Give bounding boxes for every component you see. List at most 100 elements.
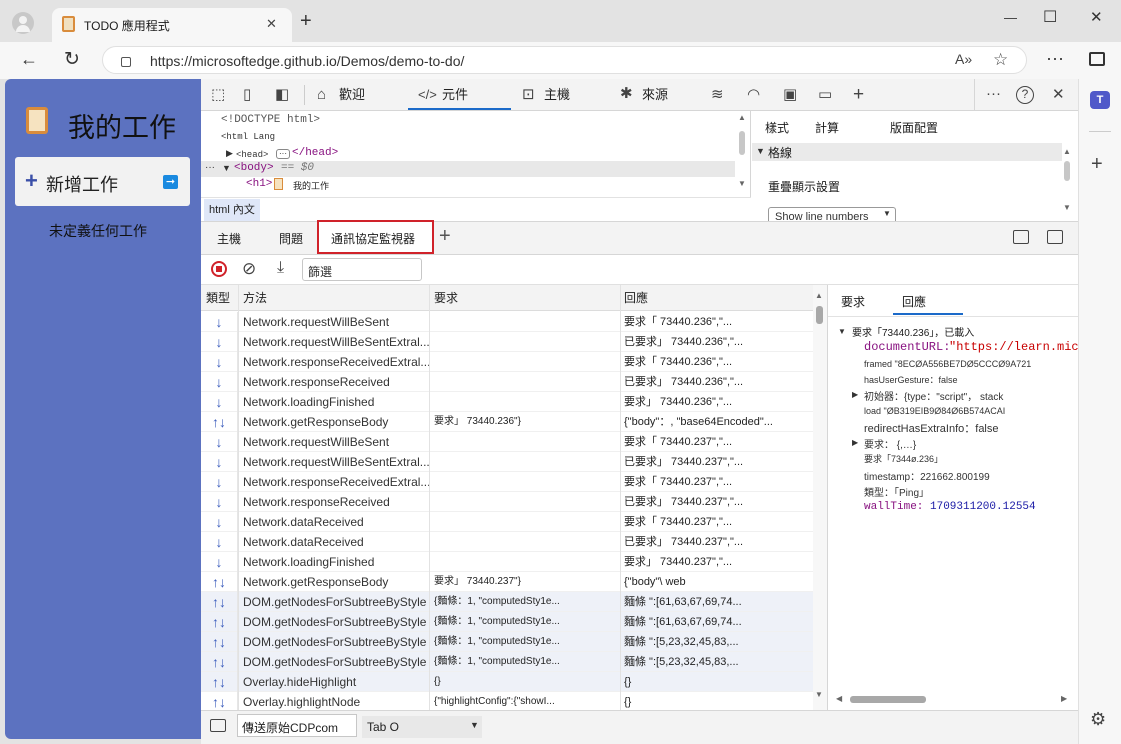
grid-scroll-down-icon[interactable]: ▼ [815, 690, 823, 699]
refresh-icon[interactable]: ↻ [64, 48, 80, 71]
styles-scroll-down-icon[interactable]: ▼ [1063, 203, 1071, 212]
h1-line[interactable]: <h1> [246, 178, 272, 190]
help-icon[interactable]: ? [1016, 86, 1034, 104]
back-arrow-icon[interactable]: ← [20, 49, 38, 70]
favorite-star-icon[interactable]: ☆ [993, 50, 1008, 70]
drawer-tab-console[interactable]: 主機 [217, 230, 241, 247]
more-tools-plus-icon[interactable]: + [853, 85, 864, 104]
elements-scrollbar[interactable] [739, 131, 745, 155]
detail-tab-response[interactable]: 回應 [893, 287, 963, 315]
computed-tab[interactable]: 計算 [815, 119, 839, 136]
submit-arrow-icon[interactable]: ➞ [163, 175, 178, 189]
table-row[interactable]: ↓ Network.responseReceivedExtral... 要求「 73… [201, 472, 813, 492]
more-options-icon[interactable]: ··· [1046, 48, 1064, 69]
close-devtools-icon[interactable]: ✕ [1052, 87, 1065, 102]
table-row[interactable]: ↑↓ DOM.getNodesForSubtreeByStyle {麵條：1, "c… [201, 632, 813, 652]
read-aloud-icon[interactable]: A» [955, 51, 972, 67]
table-row[interactable]: ↑↓ Overlay.hideHighlight {} {} [201, 672, 813, 692]
browser-tab[interactable]: TODO 應用程式 ✕ [52, 8, 292, 42]
maximize-button[interactable]: ☐ [1043, 7, 1057, 27]
close-window-button[interactable]: ✕ [1090, 8, 1103, 26]
detail-tab-request[interactable]: 要求 [841, 293, 865, 310]
row-more-icon[interactable]: ··· [205, 162, 215, 173]
table-row[interactable]: ↑↓ DOM.getNodesForSubtreeByStyle {麵條：1, "c… [201, 612, 813, 632]
filter-input[interactable]: 篩選 [302, 258, 422, 281]
detail-expand-initiator-icon[interactable]: ▶ [852, 390, 858, 399]
new-tab-button[interactable]: + [300, 10, 312, 33]
tab-close-icon[interactable]: ✕ [266, 16, 277, 32]
table-row[interactable]: ↓ Network.dataReceived 要求「 73440.237","... [201, 512, 813, 532]
sidebar-toggle-icon[interactable] [1089, 52, 1105, 66]
expand-head-icon[interactable]: ▶ [226, 148, 233, 159]
settings-gear-icon[interactable]: ⚙ [1090, 709, 1106, 730]
target-select[interactable]: Tab O ▼ [362, 716, 482, 738]
clear-icon[interactable]: ⊘ [242, 259, 256, 279]
breadcrumb[interactable]: html 內文 [204, 199, 260, 221]
table-row[interactable]: ↓ Network.loadingFinished 要求」 73440.237","… [201, 552, 813, 572]
detail-expand-request-icon[interactable]: ▶ [852, 438, 858, 447]
dock-drawer-icon[interactable] [1013, 230, 1029, 244]
table-row[interactable]: ↓ Network.responseReceived 已要求」 73440.237"… [201, 492, 813, 512]
detail-hscroll-thumb[interactable] [850, 696, 926, 703]
teams-icon[interactable]: T [1090, 91, 1110, 109]
inspect-icon[interactable]: ⬚ [211, 87, 225, 102]
table-row[interactable]: ↑↓ DOM.getNodesForSubtreeByStyle {麵條：1, "c… [201, 652, 813, 672]
scroll-up-icon[interactable]: ▲ [738, 113, 746, 122]
scroll-down-icon[interactable]: ▼ [738, 179, 746, 188]
col-response[interactable]: 回應 [624, 285, 648, 311]
collapse-body-icon[interactable]: ▼ [222, 163, 231, 173]
table-row[interactable]: ↓ Network.requestWillBeSent 要求「 73440.236"… [201, 312, 813, 332]
doctype-line[interactable]: <!DOCTYPE html> [221, 114, 320, 126]
html-line[interactable]: <html Lang [221, 132, 275, 142]
address-bar[interactable]: https://microsoftedge.github.io/Demos/de… [102, 46, 1027, 74]
drawer-tab-issues[interactable]: 問題 [279, 230, 303, 247]
memory-chip-icon[interactable]: ▣ [783, 87, 797, 102]
table-row[interactable]: ↓ Network.requestWillBeSentExtral... 已要求」 … [201, 452, 813, 472]
cdp-command-input[interactable]: 傳送原始CDPcom [237, 714, 357, 737]
layout-tab[interactable]: 版面配置 [890, 119, 938, 136]
overlay-select[interactable]: Show line numbers ▼ [768, 207, 896, 221]
detail-scroll-left-icon[interactable]: ◀ [836, 694, 842, 703]
add-task-button[interactable]: + 新增工作 ➞ [15, 157, 190, 206]
detail-collapse-icon[interactable]: ▼ [838, 327, 846, 336]
performance-icon[interactable]: ◠ [747, 87, 760, 102]
add-sidebar-icon[interactable]: + [1091, 153, 1103, 176]
styles-scrollbar[interactable] [1064, 161, 1070, 181]
device-emulation-icon[interactable]: ▯ [243, 87, 251, 102]
col-method[interactable]: 方法 [243, 285, 267, 311]
table-row[interactable]: ↓ Network.loadingFinished 要求」 73440.236","… [201, 392, 813, 412]
styles-tab[interactable]: 樣式 [765, 119, 789, 136]
table-row[interactable]: ↑↓ Network.getResponseBody 要求」 73440.236"}… [201, 412, 813, 432]
table-row[interactable]: ↑↓ DOM.getNodesForSubtreeByStyle {麵條：1, "c… [201, 592, 813, 612]
tab-console[interactable]: 主機 [544, 79, 570, 111]
drawer-tab-protocol-monitor[interactable]: 通訊協定監視器 [317, 220, 434, 254]
grid-section-header[interactable] [752, 143, 1062, 161]
profile-avatar[interactable] [12, 12, 34, 34]
download-icon[interactable]: ⤓ [277, 259, 284, 277]
head-line[interactable]: <head> [236, 150, 268, 160]
minimize-button[interactable]: — [1004, 10, 1017, 25]
body-line[interactable]: <body> [234, 162, 274, 174]
detail-scroll-right-icon[interactable]: ▶ [1061, 694, 1067, 703]
tab-welcome[interactable]: 歡迎 [339, 79, 365, 111]
wifi-icon[interactable]: ≋ [711, 87, 724, 102]
record-stop-icon[interactable] [211, 261, 227, 277]
table-row[interactable]: ↑↓ Network.getResponseBody 要求」 73440.237"}… [201, 572, 813, 592]
drawer-add-tab-icon[interactable]: + [439, 225, 451, 248]
table-row[interactable]: ↑↓ Overlay.highlightNode {"highlightConfig… [201, 692, 813, 710]
col-type[interactable]: 類型 [206, 285, 230, 311]
grid-scrollbar-thumb[interactable] [816, 306, 823, 324]
drawer-close-icon[interactable] [1047, 230, 1063, 244]
sidebar-toggle-small-icon[interactable] [210, 719, 226, 732]
ellipsis-badge[interactable]: ··· [276, 149, 290, 159]
devtools-menu-icon[interactable]: ··· [986, 86, 1001, 101]
styles-scroll-up-icon[interactable]: ▲ [1063, 147, 1071, 156]
tab-elements[interactable]: 元件 [442, 79, 468, 111]
url-text[interactable]: https://microsoftedge.github.io/Demos/de… [150, 53, 464, 69]
grid-scroll-up-icon[interactable]: ▲ [815, 291, 823, 300]
table-row[interactable]: ↓ Network.responseReceivedExtral... 要求「 73… [201, 352, 813, 372]
dock-panel-icon[interactable]: ◧ [275, 87, 289, 102]
table-row[interactable]: ↓ Network.dataReceived 已要求」 73440.237","..… [201, 532, 813, 552]
tab-sources[interactable]: 來源 [642, 79, 668, 111]
application-icon[interactable]: ▭ [818, 87, 832, 102]
